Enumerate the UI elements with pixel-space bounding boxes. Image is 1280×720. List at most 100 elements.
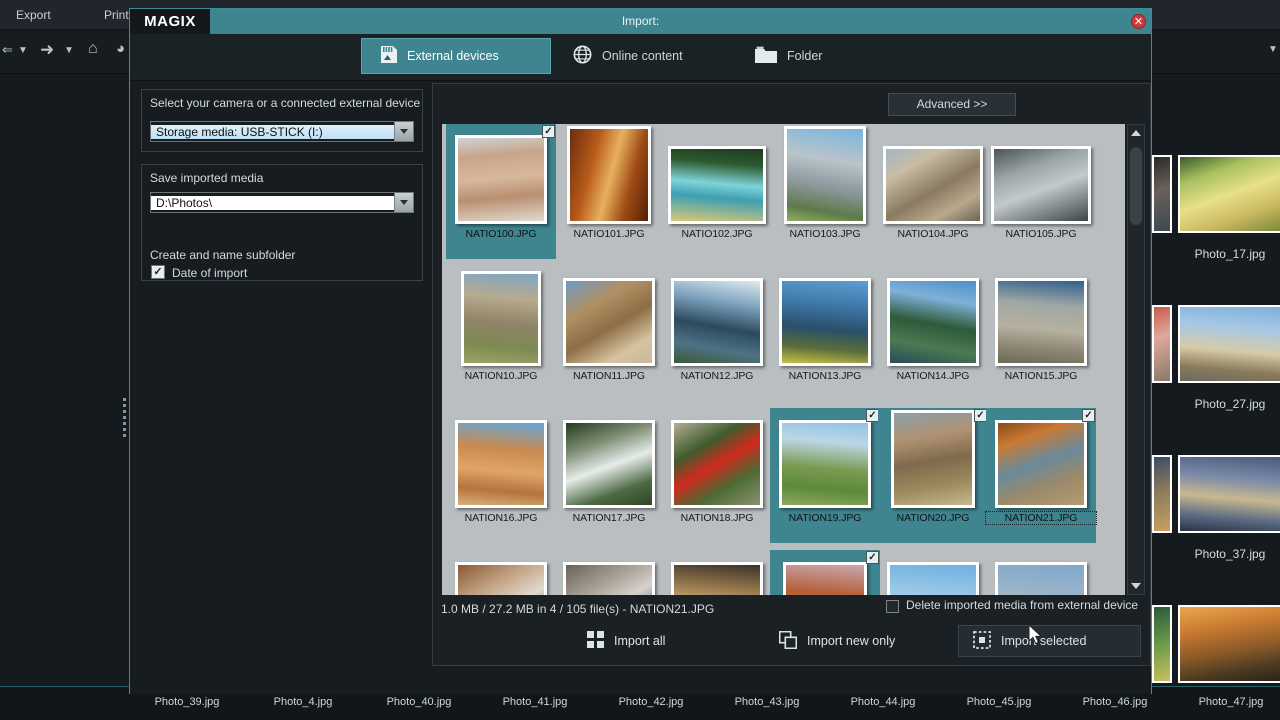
forward-arrow-icon[interactable]: ➜ [40, 40, 54, 60]
media-pool-thumbnail[interactable] [1178, 605, 1280, 683]
thumbnail-image[interactable] [668, 146, 766, 224]
filmstrip-item-label[interactable]: Photo_46.jpg [1057, 696, 1173, 708]
media-pool-thumbnail[interactable] [1178, 305, 1280, 383]
dropdown-caret-icon-2[interactable]: ▼ [64, 45, 74, 56]
thumbnail-image[interactable] [779, 420, 871, 508]
panel-drag-handle[interactable] [122, 398, 128, 437]
thumbnail-image[interactable] [563, 278, 655, 366]
thumbnail-filename: NATION16.JPG [464, 512, 538, 524]
thumbnail-filename: NATION21.JPG [985, 511, 1097, 525]
thumbnail-filename: NATIO103.JPG [789, 228, 861, 240]
thumbnail-filename: NATION14.JPG [896, 370, 970, 382]
filmstrip-item-label[interactable]: Photo_39.jpg [129, 696, 245, 708]
filmstrip-item-label[interactable]: Photo_42.jpg [593, 696, 709, 708]
chevron-down-icon[interactable] [394, 122, 413, 141]
filmstrip-item-label[interactable]: Photo_43.jpg [709, 696, 825, 708]
device-select[interactable]: Storage media: USB-STICK (I:) [150, 121, 414, 142]
thumbnail-filename: NATION11.JPG [573, 370, 645, 382]
scrollbar-thumb[interactable] [1130, 147, 1142, 225]
back-arrow-icon[interactable]: ⇐ [2, 42, 13, 58]
memory-card-icon [378, 46, 397, 66]
thumbnail-image[interactable] [563, 420, 655, 508]
chevron-down-icon-2[interactable] [394, 193, 413, 212]
scroll-up-icon[interactable] [1128, 125, 1144, 141]
filmstrip-item-label[interactable]: Photo_44.jpg [825, 696, 941, 708]
save-path-input[interactable]: D:\Photos\ [150, 192, 414, 213]
media-pool-thumbnail-partial[interactable] [1152, 605, 1172, 683]
thumbnail-image[interactable] [995, 278, 1087, 366]
filmstrip-item-label[interactable]: Photo_47.jpg [1173, 696, 1280, 708]
thumbnail-image[interactable] [887, 562, 979, 595]
thumbnail-image[interactable] [461, 271, 541, 366]
tab-label-online-content: Online content [602, 49, 683, 63]
thumbnail-image[interactable] [563, 562, 655, 595]
thumbnail-filename: NATION15.JPG [1004, 370, 1078, 382]
dialog-title-bar[interactable]: Import: MAGIX ✕ [130, 9, 1151, 34]
scroll-down-icon[interactable] [1128, 578, 1144, 594]
tab-online-content[interactable]: Online content [557, 38, 727, 74]
menu-item-export[interactable]: Export [16, 8, 51, 22]
thumbnail-filename: NATION20.JPG [896, 512, 970, 524]
device-group-label: Select your camera or a connected extern… [150, 96, 421, 110]
import-all-label: Import all [614, 634, 666, 648]
import-content-panel: Advanced >> ✓ NATIO100.JPG ✓ NATIO101.JPG ✓ N… [432, 83, 1151, 666]
thumbnail-image[interactable] [991, 146, 1091, 224]
filmstrip-item-label[interactable]: Photo_4.jpg [245, 696, 361, 708]
thumbnail-filename: NATION10.JPG [464, 370, 538, 382]
media-pool-thumbnail[interactable] [1178, 455, 1280, 533]
thumbnail-checkbox[interactable]: ✓ [542, 125, 555, 138]
thumbnail-image[interactable] [671, 278, 763, 366]
dropdown-caret-icon[interactable]: ▼ [18, 45, 28, 56]
thumbnail-image[interactable] [671, 562, 763, 595]
thumbnail-image[interactable] [783, 562, 867, 595]
delete-imported-media-checkbox[interactable] [886, 600, 899, 613]
tab-folder[interactable]: Folder [739, 38, 859, 74]
filmstrip-item-label[interactable]: Photo_41.jpg [477, 696, 593, 708]
thumbnail-filename: NATIO104.JPG [897, 228, 969, 240]
media-pool-thumbnail[interactable] [1178, 155, 1280, 233]
media-pool-thumbnail-partial[interactable] [1152, 455, 1172, 533]
media-pool-thumbnail-label: Photo_17.jpg [1194, 247, 1266, 261]
thumbnail-image[interactable] [567, 126, 651, 224]
close-icon[interactable]: ✕ [1131, 14, 1146, 29]
thumbnail-image[interactable] [784, 126, 866, 224]
thumbnail-image[interactable] [883, 146, 983, 224]
thumbnail-checkbox[interactable]: ✓ [1082, 409, 1095, 422]
grid-scrollbar[interactable] [1127, 124, 1145, 595]
import-new-only-button[interactable]: Import new only [765, 625, 909, 657]
thumbnail-image[interactable] [779, 278, 871, 366]
advanced-button[interactable]: Advanced >> [888, 93, 1016, 116]
media-pool-thumbnail-label: Photo_37.jpg [1194, 547, 1266, 561]
clock-icon[interactable]: ◕ [116, 40, 125, 57]
thumbnail-image[interactable] [995, 420, 1087, 508]
filmstrip-item-label[interactable]: Photo_45.jpg [941, 696, 1057, 708]
home-icon[interactable]: ⌂ [88, 40, 98, 58]
media-pool-thumbnail-partial[interactable] [1152, 155, 1172, 233]
thumbnail-filename: NATION13.JPG [788, 370, 862, 382]
thumbnail-checkbox[interactable]: ✓ [866, 551, 879, 564]
thumbnail-image[interactable] [887, 278, 979, 366]
thumbnail-grid[interactable]: ✓NATIO100.JPG✓NATIO101.JPG✓NATIO102.JPG✓… [442, 124, 1125, 595]
thumbnail-grid-inner: ✓NATIO100.JPG✓NATIO101.JPG✓NATIO102.JPG✓… [442, 124, 1125, 595]
menu-item-print[interactable]: Print [104, 8, 129, 22]
thumbnail-image[interactable] [455, 562, 547, 595]
action-button-row: Import all Import new only Import select… [433, 625, 1150, 665]
thumbnail-image[interactable] [891, 410, 975, 508]
date-of-import-checkbox[interactable]: ✓ [151, 265, 165, 279]
thumbnail-image[interactable] [995, 562, 1087, 595]
tab-label-folder: Folder [787, 49, 823, 63]
thumbnail-image[interactable] [671, 420, 763, 508]
media-pool-thumbnail-partial[interactable] [1152, 305, 1172, 383]
import-all-button[interactable]: Import all [573, 625, 679, 657]
save-path-value: D:\Photos\ [151, 195, 394, 210]
tab-external-devices[interactable]: External devices [361, 38, 551, 74]
toolbar-overflow-caret-icon[interactable]: ▼ [1268, 44, 1278, 55]
dashed-square-icon [973, 630, 991, 652]
thumbnail-image[interactable] [455, 420, 547, 508]
import-new-only-label: Import new only [807, 634, 896, 648]
import-selected-button[interactable]: Import selected [958, 625, 1141, 657]
thumbnail-image[interactable] [455, 135, 547, 224]
filmstrip-item-label[interactable]: Photo_40.jpg [361, 696, 477, 708]
dialog-body: Select your camera or a connected extern… [130, 81, 1151, 694]
date-of-import-label: Date of import [172, 266, 248, 280]
